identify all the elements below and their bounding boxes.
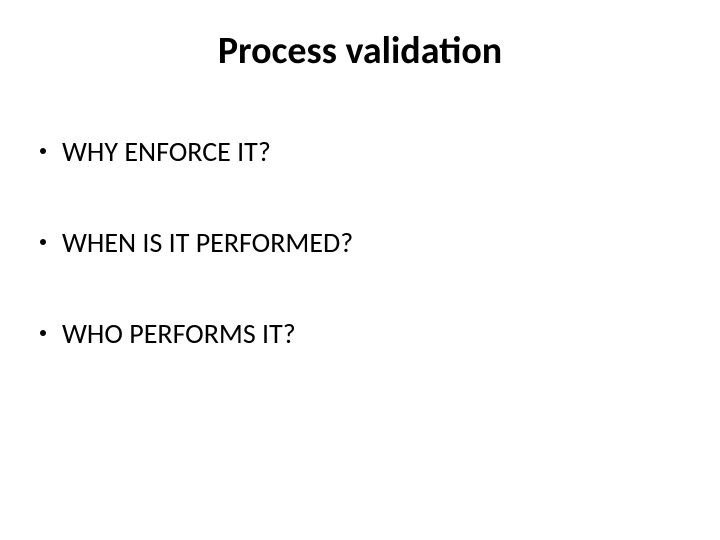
list-item: WHO PERFORMS IT? <box>40 316 680 351</box>
bullet-text: WHY ENFORCE IT? <box>62 134 271 169</box>
list-item: WHY ENFORCE IT? <box>40 134 680 169</box>
bullet-icon <box>40 330 46 336</box>
bullet-icon <box>40 239 46 245</box>
bullet-list: WHY ENFORCE IT? WHEN IS IT PERFORMED? WH… <box>40 134 680 351</box>
slide-title: Process validation <box>40 28 680 74</box>
bullet-text: WHEN IS IT PERFORMED? <box>62 225 353 260</box>
bullet-text: WHO PERFORMS IT? <box>62 316 296 351</box>
bullet-icon <box>40 148 46 154</box>
list-item: WHEN IS IT PERFORMED? <box>40 225 680 260</box>
